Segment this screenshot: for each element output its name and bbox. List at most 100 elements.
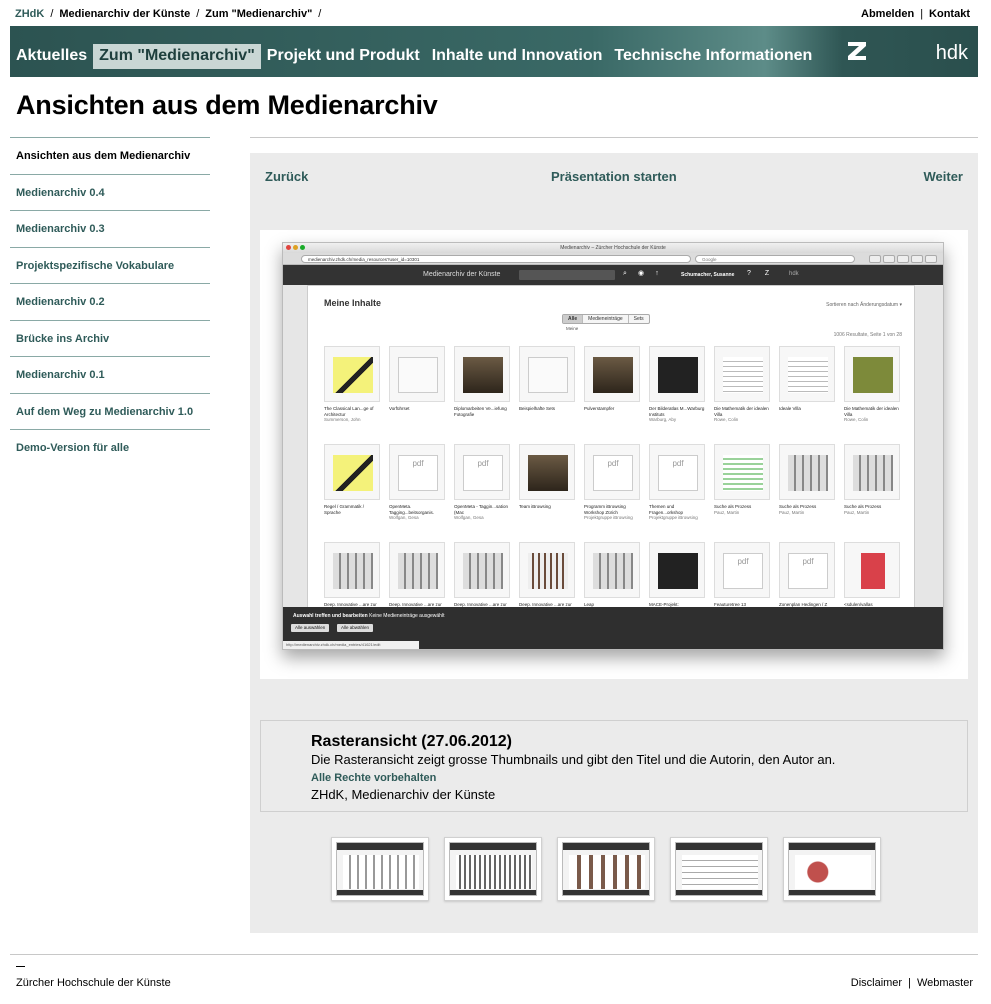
screenshot-tile: Die Mathematik der idealen Villa Rowe, Co… [844, 346, 900, 430]
breadcrumb-separator: / [196, 8, 200, 20]
sidebar-item-bruecke[interactable]: Brücke ins Archiv [10, 321, 210, 357]
zhdk-z-logo-icon[interactable] [846, 40, 868, 62]
screenshot-tile: Suche als Prozess Pauz, Martin [714, 444, 770, 528]
tile-thumbnail [584, 542, 640, 598]
screenshot-tile: Regel / Grammatik / Sprache [324, 444, 380, 528]
screenshot-tile-grid: The Classical Lan...ge of Architectur Sum… [324, 346, 900, 626]
main-navigation: Aktuelles Zum "Medienarchiv" Projekt und… [10, 26, 978, 77]
tile-thumbnail [324, 346, 380, 402]
tile-thumbnail [454, 346, 510, 402]
tile-thumbnail [584, 346, 640, 402]
screenshot-action-bar: Auswahl treffen und bearbeiten Keine Med… [283, 607, 943, 649]
slide-thumbnail[interactable] [557, 837, 655, 901]
sidebar-item-vokabulare[interactable]: Projektspezifische Vokabulare [10, 248, 210, 284]
tile-label: Beispielhafte Sets [519, 406, 556, 411]
slide-thumbnail[interactable] [331, 837, 429, 901]
sidebar-item-medienarchiv-0-2[interactable]: Medienarchiv 0.2 [10, 284, 210, 321]
screenshot-tile: Diplomarbeiten Ve...iefung Fotografie [454, 346, 510, 430]
next-link[interactable]: Weiter [924, 169, 964, 184]
contact-link[interactable]: Kontakt [929, 8, 970, 20]
tile-label: Suche als Prozess Pauz, Martin [779, 504, 817, 515]
tile-label: OpenMeta. Tagging...beitsorganis. Wolfgan… [389, 504, 435, 520]
sidebar-item-medienarchiv-0-3[interactable]: Medienarchiv 0.3 [10, 211, 210, 248]
tile-thumbnail [844, 346, 900, 402]
nav-item-technik[interactable]: Technische Informationen [608, 44, 818, 69]
screenshot-page: Meine Inhalte Sortieren nach Änderungsda… [307, 285, 915, 621]
footer-divider [10, 954, 978, 955]
nav-item-aktuelles[interactable]: Aktuelles [10, 44, 93, 69]
tile-thumbnail [714, 346, 770, 402]
top-links: Abmelden | Kontakt [861, 8, 970, 20]
screenshot-tile: Der Bilderatlas M...Warburg Instituts War… [649, 346, 705, 430]
nav-menu: Aktuelles Zum "Medienarchiv" Projekt und… [10, 44, 818, 69]
tile-thumbnail [649, 346, 705, 402]
sidebar-item-ansichten[interactable]: Ansichten aus dem Medienarchiv [10, 138, 210, 175]
window-close-icon [286, 245, 291, 250]
tile-label: Suche als Prozess Pauz, Martin [714, 504, 752, 515]
screenshot-tile: Vorführset [389, 346, 445, 430]
caption-description: Die Rasteransicht zeigt grosse Thumbnail… [311, 752, 836, 767]
tile-label: Die Mathematik der idealen Villa Rowe, Co… [844, 406, 899, 422]
slide-thumbnail[interactable] [783, 837, 881, 901]
breadcrumb-medienarchiv-link[interactable]: Medienarchiv der Künste [59, 8, 190, 20]
tile-thumbnail: pdf [584, 444, 640, 500]
top-links-separator: | [920, 8, 924, 20]
tile-thumbnail [519, 444, 575, 500]
breadcrumb: ZHdK / Medienarchiv der Künste / Zum "Me… [15, 8, 327, 20]
tile-thumbnail [454, 542, 510, 598]
screenshot-toolbar: medienarchiv.zhdk.ch/media_resources?use… [283, 253, 943, 265]
tile-thumbnail [324, 542, 380, 598]
tile-thumbnail [714, 444, 770, 500]
disclaimer-link[interactable]: Disclaimer [851, 977, 902, 989]
sidebar-item-medienarchiv-0-4[interactable]: Medienarchiv 0.4 [10, 175, 210, 211]
eye-icon: ◉ [637, 270, 645, 277]
tile-thumbnail: pdf [714, 542, 770, 598]
slide-caption: Rasteransicht (27.06.2012) Die Rasterans… [260, 720, 968, 812]
start-presentation-link[interactable]: Präsentation starten [551, 169, 677, 184]
slideshow-panel: Zurück Präsentation starten Weiter Medie… [250, 153, 978, 933]
screenshot-tile: The Classical Lan...ge of Architectur Sum… [324, 346, 380, 430]
pdf-file-icon: pdf [398, 455, 438, 491]
rights-link[interactable]: Alle Rechte vorbehalten [311, 772, 436, 784]
webmaster-link[interactable]: Webmaster [917, 977, 973, 989]
tile-thumbnail [389, 542, 445, 598]
screenshot-tile: Team iBrowsing [519, 444, 575, 528]
nav-item-projekt[interactable]: Projekt und Produkt [261, 44, 426, 69]
sidebar: Ansichten aus dem Medienarchiv Medienarc… [10, 137, 210, 467]
breadcrumb-separator: / [318, 8, 322, 20]
pdf-file-icon: pdf [788, 553, 828, 589]
sidebar-item-weg-zu-1-0[interactable]: Auf dem Weg zu Medienarchiv 1.0 [10, 394, 210, 430]
nav-item-medienarchiv[interactable]: Zum "Medienarchiv" [93, 44, 261, 69]
tile-thumbnail [844, 542, 900, 598]
logout-link[interactable]: Abmelden [861, 8, 914, 20]
screenshot-tile: pdf Themen und Fragen...orkshop Projektgru… [649, 444, 705, 528]
tile-thumbnail: pdf [649, 444, 705, 500]
screenshot-url: medienarchiv.zhdk.ch/media_resources?use… [301, 255, 691, 263]
back-link[interactable]: Zurück [265, 169, 308, 184]
tile-label: Team iBrowsing [519, 504, 551, 509]
footer-dash [16, 966, 25, 967]
slide-thumbnail[interactable] [444, 837, 542, 901]
tile-thumbnail [779, 444, 835, 500]
screenshot-tile: pdf Programm iBrowsing Workshop Zürich Pro… [584, 444, 640, 528]
hdk-logo[interactable]: hdk [936, 42, 968, 65]
breadcrumb-home-link[interactable]: ZHdK [15, 8, 44, 20]
screenshot-search: Google [695, 255, 855, 263]
breadcrumb-current-link[interactable]: Zum "Medienarchiv" [205, 8, 312, 20]
tile-label: Themen und Fragen...orkshop Projektgruppe… [649, 504, 698, 520]
caption-owner: ZHdK, Medienarchiv der Künste [311, 787, 496, 802]
sidebar-item-medienarchiv-0-1[interactable]: Medienarchiv 0.1 [10, 357, 210, 394]
nav-item-inhalte[interactable]: Inhalte und Innovation [426, 44, 609, 69]
slide-thumbnail[interactable] [670, 837, 768, 901]
pdf-file-icon: pdf [463, 455, 503, 491]
tile-thumbnail: pdf [454, 444, 510, 500]
tile-label: OpenMeta - Taggin...sation (Mac Wolfgan, … [454, 504, 508, 520]
tile-thumbnail: pdf [389, 444, 445, 500]
sidebar-item-demo[interactable]: Demo-Version für alle [10, 430, 210, 467]
screenshot-tile: Ideale Villa [779, 346, 835, 430]
window-zoom-icon [300, 245, 305, 250]
tile-label: Suche als Prozess Pauz, Martin [844, 504, 882, 515]
footer-institution: Zürcher Hochschule der Künste [16, 977, 171, 989]
content-divider [250, 137, 978, 138]
tile-label: Programm iBrowsing Workshop Zürich Projek… [584, 504, 633, 520]
